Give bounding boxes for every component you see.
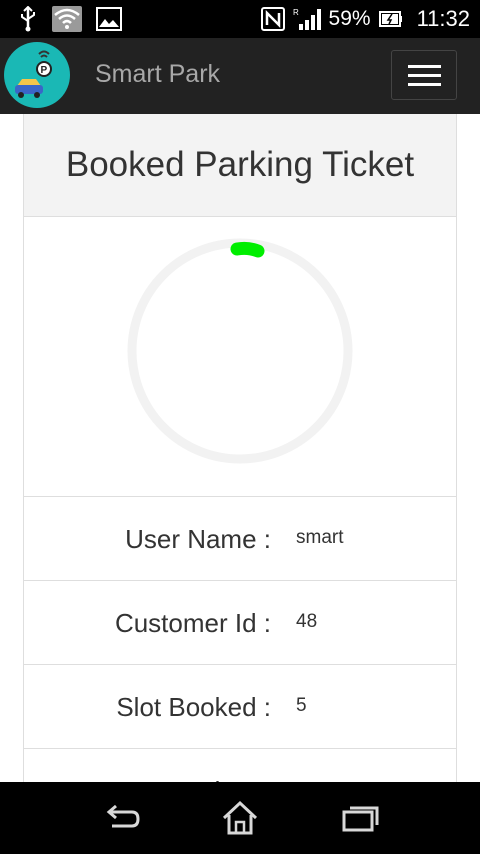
battery-icon (378, 11, 402, 27)
ticket-heading: Booked Parking Ticket (24, 114, 456, 217)
user-name-value: smart (296, 527, 344, 548)
ticket-card: Booked Parking Ticket User Name : smart … (23, 114, 457, 782)
hamburger-menu-button[interactable] (391, 50, 457, 100)
slot-booked-label: Slot Booked : (116, 692, 271, 722)
battery-percent: 59% (328, 7, 371, 30)
customer-id-value: 48 (296, 611, 318, 632)
image-icon (96, 7, 122, 31)
app-bar: P Smart Park (0, 38, 480, 114)
wifi-icon (52, 6, 82, 32)
system-nav-bar (0, 782, 480, 854)
back-icon[interactable] (98, 798, 146, 838)
usb-icon (21, 6, 35, 32)
nfc-icon (260, 7, 285, 31)
customer-id-label: Customer Id : (114, 608, 271, 638)
info-row-slot-booked: Slot Booked : 5 (24, 665, 456, 749)
signal-icon: R (293, 8, 321, 30)
app-title: Smart Park (95, 60, 221, 88)
svg-text:P: P (41, 65, 48, 76)
parking-car-logo: P (4, 42, 70, 108)
status-right-icons: R 59% 11:32 (260, 0, 470, 38)
recent-apps-icon[interactable] (336, 798, 384, 838)
status-bar: R 59% 11:32 (0, 0, 480, 38)
slot-booked-value: 5 (296, 695, 307, 716)
user-name-label: User Name : (125, 524, 271, 554)
loading-spinner-area (24, 217, 456, 497)
info-row-customer-id: Customer Id : 48 (24, 581, 456, 665)
info-row-from-time: From Time : (24, 749, 456, 782)
info-row-user-name: User Name : smart (24, 497, 456, 581)
home-icon[interactable] (216, 798, 264, 838)
logo-graphic: P (15, 50, 52, 98)
status-left-icons (18, 6, 122, 32)
loading-spinner-icon (127, 238, 353, 464)
svg-text:R: R (293, 8, 299, 17)
clock: 11:32 (416, 6, 470, 31)
from-time-label: From Time : (132, 749, 271, 782)
